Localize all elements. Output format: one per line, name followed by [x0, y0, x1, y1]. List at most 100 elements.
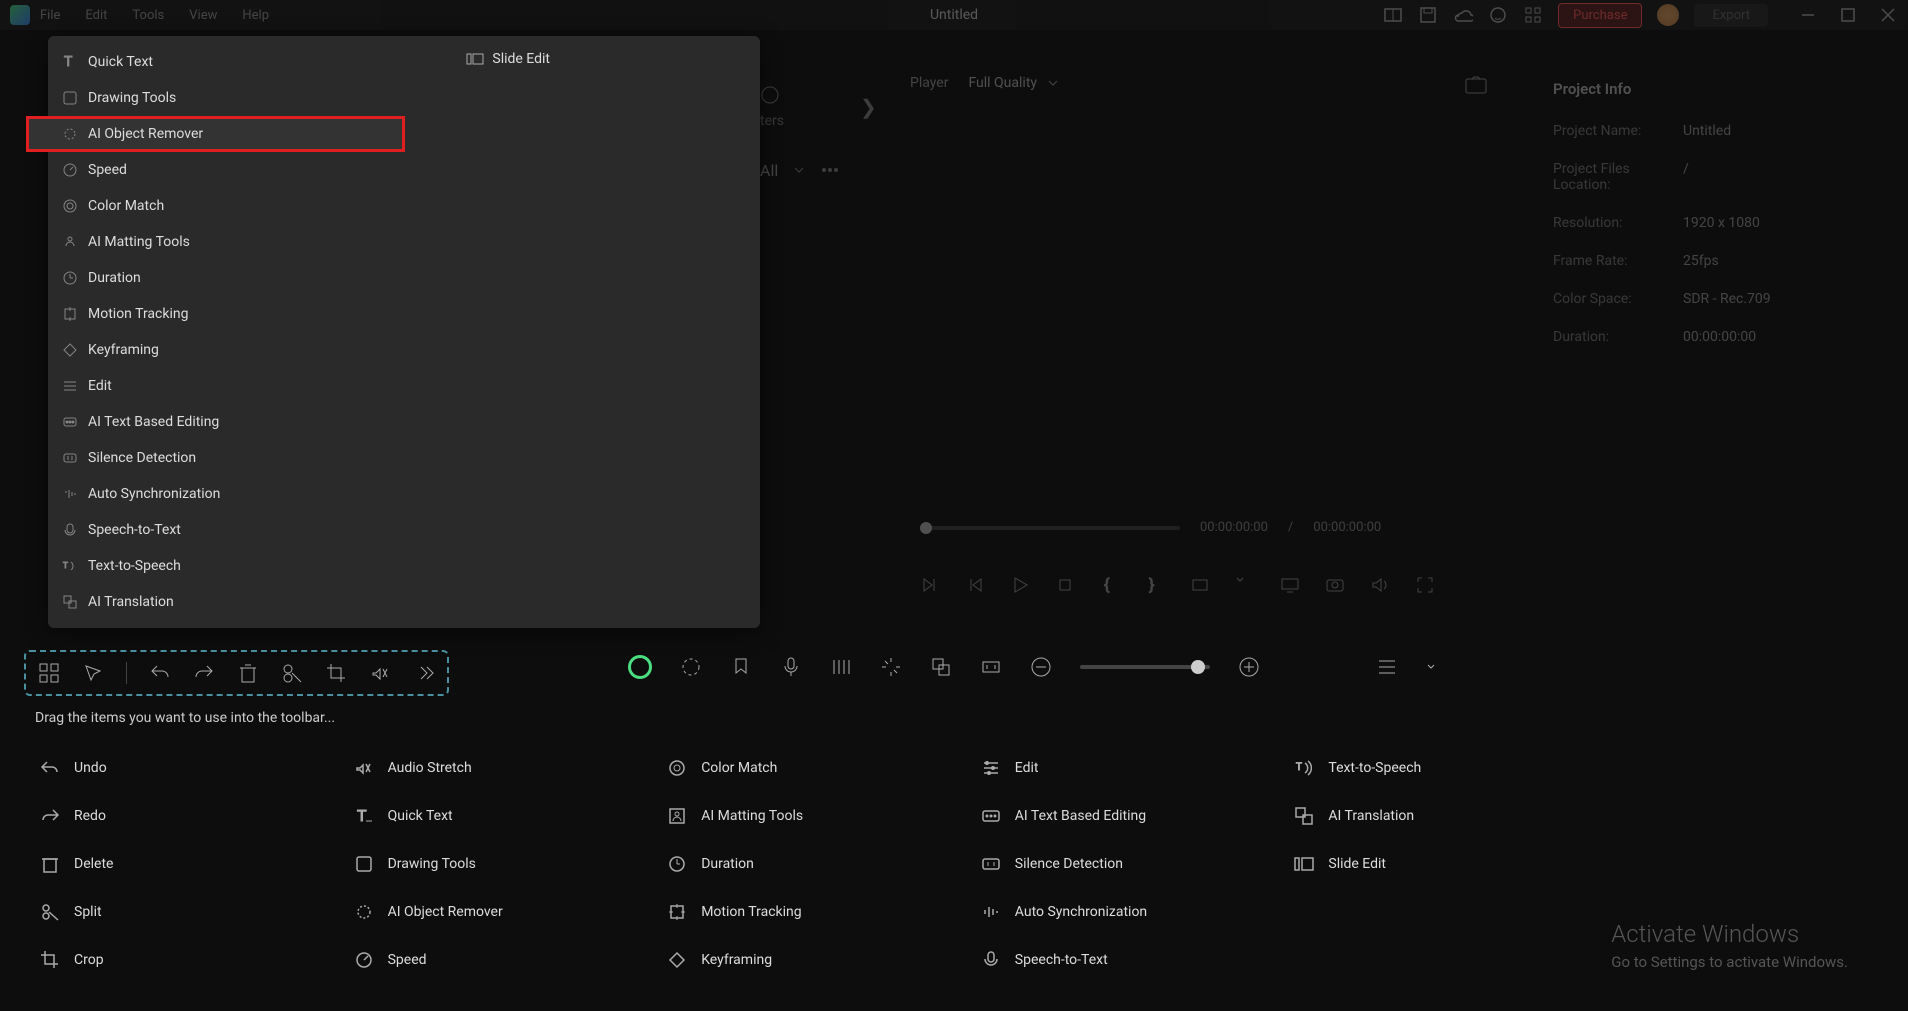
layout-icon[interactable]: [1383, 5, 1403, 25]
speech-to-text-menu-item[interactable]: Speech-to-Text: [48, 512, 760, 548]
customize-item-speed[interactable]: Speed: [349, 940, 643, 980]
zoom-in-icon[interactable]: [1238, 656, 1260, 678]
aspect-icon[interactable]: [1190, 575, 1210, 595]
quick-text-menu-item[interactable]: T Quick Text: [48, 44, 760, 80]
menu-file[interactable]: File: [40, 8, 60, 23]
mark-out-icon[interactable]: }: [1145, 575, 1165, 595]
menu-help[interactable]: Help: [242, 8, 269, 23]
fullscreen-icon[interactable]: [1415, 575, 1435, 595]
prev-frame-icon[interactable]: [920, 575, 940, 595]
export-button[interactable]: Export: [1694, 4, 1768, 27]
marker-icon[interactable]: [730, 656, 752, 678]
zoom-handle[interactable]: [1191, 660, 1205, 674]
close-icon[interactable]: [1878, 5, 1898, 25]
cursor-icon[interactable]: [82, 662, 104, 684]
group-icon[interactable]: [930, 656, 952, 678]
motion-tracking-menu-item[interactable]: Motion Tracking: [48, 296, 760, 332]
fit-icon[interactable]: [980, 656, 1002, 678]
duration-menu-item[interactable]: Duration: [48, 260, 760, 296]
customize-item-color[interactable]: Color Match: [662, 748, 956, 788]
all-dropdown[interactable]: All: [760, 161, 778, 180]
customize-item-stt[interactable]: Speech-to-Text: [976, 940, 1270, 980]
zoom-slider[interactable]: [1080, 665, 1210, 669]
customize-item-sync[interactable]: Auto Synchronization: [976, 892, 1270, 932]
maximize-icon[interactable]: [1838, 5, 1858, 25]
customize-item-silence[interactable]: Silence Detection: [976, 844, 1270, 884]
mark-in-icon[interactable]: {: [1100, 575, 1120, 595]
audio-stretch-icon[interactable]: [369, 662, 391, 684]
ai-translation-menu-item[interactable]: AI Translation: [48, 584, 760, 620]
aspect-chevron-icon[interactable]: [1235, 575, 1255, 595]
customize-item-tracking[interactable]: Motion Tracking: [662, 892, 956, 932]
camera-icon[interactable]: [1325, 575, 1345, 595]
customize-item-translate[interactable]: AI Translation: [1289, 796, 1583, 836]
record-icon[interactable]: [628, 655, 652, 679]
duration-icon: [667, 854, 687, 874]
redo-icon[interactable]: [193, 662, 215, 684]
ai-object-remover-menu-item[interactable]: AI Object Remover: [26, 116, 405, 152]
save-icon[interactable]: [1418, 5, 1438, 25]
ai-matting-menu-item[interactable]: AI Matting Tools: [48, 224, 760, 260]
customize-item-delete[interactable]: Delete: [35, 844, 329, 884]
stop-icon[interactable]: [1055, 575, 1075, 595]
more-icon[interactable]: [820, 160, 840, 180]
next-frame-icon[interactable]: [965, 575, 985, 595]
customize-item-tts[interactable]: TText-to-Speech: [1289, 748, 1583, 788]
render-icon[interactable]: [680, 656, 702, 678]
display-icon[interactable]: [1280, 575, 1300, 595]
menu-tools[interactable]: Tools: [132, 8, 164, 23]
purchase-button[interactable]: Purchase: [1558, 3, 1642, 28]
playback-slider[interactable]: [920, 526, 1180, 530]
customize-item-crop[interactable]: Crop: [35, 940, 329, 980]
cloud-icon[interactable]: [1453, 5, 1473, 25]
customize-item-keyframe[interactable]: Keyframing: [662, 940, 956, 980]
light-icon[interactable]: [880, 656, 902, 678]
color-match-menu-item[interactable]: Color Match: [48, 188, 760, 224]
customize-item-draw[interactable]: Drawing Tools: [349, 844, 643, 884]
globe-icon[interactable]: [1657, 4, 1679, 26]
delete-icon[interactable]: [237, 662, 259, 684]
mic-icon[interactable]: [780, 656, 802, 678]
text-to-speech-menu-item[interactable]: T Text-to-Speech: [48, 548, 760, 584]
support-icon[interactable]: [1488, 5, 1508, 25]
playback-handle[interactable]: [920, 522, 932, 534]
crop-icon[interactable]: [325, 662, 347, 684]
customize-item-redo[interactable]: Redo: [35, 796, 329, 836]
customize-item-split[interactable]: Split: [35, 892, 329, 932]
speed-menu-item[interactable]: Speed: [48, 152, 760, 188]
customize-item-aitext[interactable]: AI Text Based Editing: [976, 796, 1270, 836]
quality-select[interactable]: Full Quality: [968, 75, 1059, 91]
nav-arrow[interactable]: ❯: [860, 95, 877, 119]
snapshot-icon[interactable]: [1464, 75, 1488, 99]
drawing-tools-menu-item[interactable]: Drawing Tools: [48, 80, 760, 116]
volume-icon[interactable]: [1370, 575, 1390, 595]
customize-item-text[interactable]: TQuick Text: [349, 796, 643, 836]
window-title: Untitled: [930, 7, 978, 23]
customize-item-matting[interactable]: AI Matting Tools: [662, 796, 956, 836]
menu-view[interactable]: View: [189, 8, 217, 23]
minimize-icon[interactable]: [1798, 5, 1818, 25]
customize-item-remove[interactable]: AI Object Remover: [349, 892, 643, 932]
customize-item-undo[interactable]: Undo: [35, 748, 329, 788]
keyframing-menu-item[interactable]: Keyframing: [48, 332, 760, 368]
more-icon[interactable]: [413, 662, 435, 684]
edit-menu-item[interactable]: Edit: [48, 368, 760, 404]
split-icon[interactable]: [281, 662, 303, 684]
menu-edit[interactable]: Edit: [85, 8, 107, 23]
chevron-down-icon[interactable]: [1426, 662, 1436, 672]
audio-mix-icon[interactable]: [830, 656, 852, 678]
customize-item-duration[interactable]: Duration: [662, 844, 956, 884]
auto-sync-menu-item[interactable]: Auto Synchronization: [48, 476, 760, 512]
undo-icon[interactable]: [149, 662, 171, 684]
ai-text-editing-menu-item[interactable]: AI Text Based Editing: [48, 404, 760, 440]
zoom-out-icon[interactable]: [1030, 656, 1052, 678]
apps-icon[interactable]: [38, 662, 60, 684]
customize-item-slide[interactable]: Slide Edit: [1289, 844, 1583, 884]
customize-item-stretch[interactable]: Audio Stretch: [349, 748, 643, 788]
slide-edit-menu-item[interactable]: Slide Edit: [466, 51, 550, 67]
track-view-icon[interactable]: [1376, 656, 1398, 678]
play-icon[interactable]: [1010, 575, 1030, 595]
customize-item-edit[interactable]: Edit: [976, 748, 1270, 788]
apps-icon[interactable]: [1523, 5, 1543, 25]
silence-detection-menu-item[interactable]: Silence Detection: [48, 440, 760, 476]
